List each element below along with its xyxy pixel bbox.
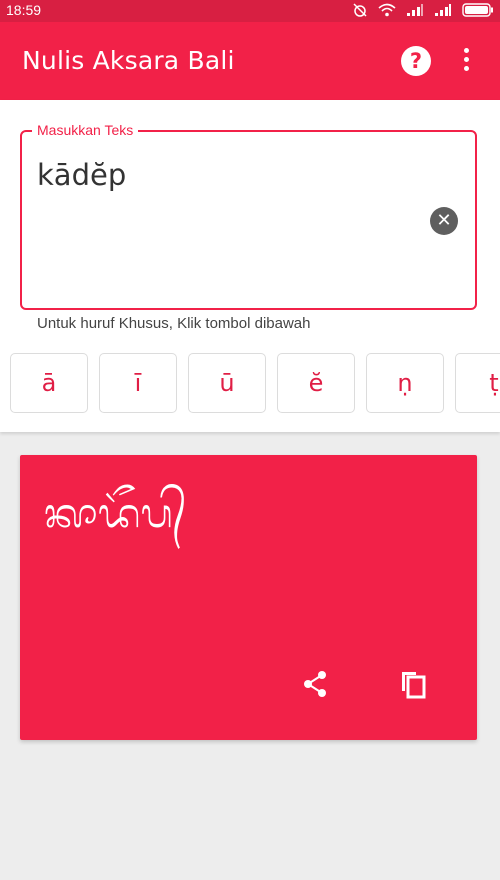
balinese-script-output: ᬓᬵᬤᭂᬧ᭄: [44, 491, 187, 537]
char-button-i-macron[interactable]: ī: [99, 353, 177, 413]
status-bar: 18:59: [0, 0, 500, 22]
status-time: 18:59: [6, 2, 42, 18]
signal-icon: [407, 4, 423, 16]
copy-button[interactable]: [396, 667, 430, 701]
char-button-a-macron[interactable]: ā: [10, 353, 88, 413]
more-options-button[interactable]: [454, 46, 478, 76]
share-button[interactable]: [298, 667, 332, 701]
clear-button[interactable]: ✕: [430, 207, 458, 235]
app-title: Nulis Aksara Bali: [22, 46, 235, 75]
char-button-e-breve[interactable]: ĕ: [277, 353, 355, 413]
copy-icon: [402, 672, 426, 699]
app-bar: Nulis Aksara Bali ?: [0, 22, 500, 100]
alarm-off-icon: [353, 3, 367, 17]
helper-text: Untuk huruf Khusus, Klik tombol dibawah: [37, 315, 311, 332]
share-icon: [304, 671, 326, 697]
help-button[interactable]: ?: [401, 46, 431, 76]
text-input-field[interactable]: [20, 130, 477, 310]
char-button-u-macron[interactable]: ū: [188, 353, 266, 413]
special-char-row: ā ī ū ĕ ṇ ṭ: [0, 353, 500, 415]
help-circle-icon: ?: [409, 49, 423, 73]
signal-icon-2: [435, 4, 451, 16]
status-icons: [352, 2, 494, 18]
char-button-n-dot[interactable]: ṇ: [366, 353, 444, 413]
output-card: ᬓᬵᬤᭂᬧ᭄: [20, 455, 477, 740]
input-label: Masukkan Teks: [32, 122, 139, 138]
input-value[interactable]: kādĕp: [37, 158, 126, 192]
wifi-icon: [378, 3, 396, 17]
battery-icon: [462, 3, 493, 17]
close-icon: ✕: [436, 210, 452, 231]
char-button-t-dot[interactable]: ṭ: [455, 353, 500, 413]
more-vert-icon: [454, 48, 478, 71]
